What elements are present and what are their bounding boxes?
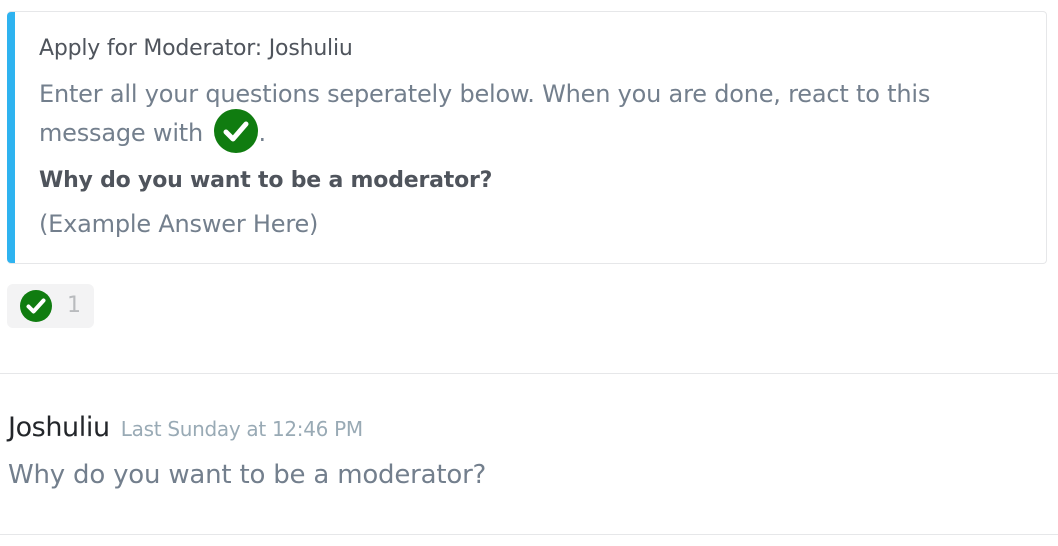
check-mark-icon (20, 290, 52, 322)
embed-description-text: Enter all your questions seperately belo… (39, 80, 931, 147)
check-mark-icon (214, 109, 259, 153)
username[interactable]: Joshuliu (8, 412, 110, 443)
embed-field-value: (Example Answer Here) (39, 210, 319, 238)
embed-content: Apply for Moderator: Joshuliu Enter all … (39, 36, 1029, 239)
embed-title: Apply for Moderator: Joshuliu (39, 36, 353, 61)
reaction-count: 1 (67, 293, 81, 318)
embed-accent-bar (7, 12, 15, 263)
message-content: Why do you want to be a moderator? (8, 460, 487, 490)
message-timestamp: Last Sunday at 12:46 PM (120, 417, 363, 441)
message-divider (0, 534, 1058, 535)
embed-description: Enter all your questions seperately belo… (39, 75, 1029, 153)
reaction-button[interactable]: 1 (7, 284, 94, 328)
embed-card: Apply for Moderator: Joshuliu Enter all … (7, 11, 1047, 264)
message-header: Joshuliu Last Sunday at 12:46 PM (8, 412, 363, 443)
message-divider (0, 373, 1058, 374)
embed-description-suffix: . (258, 119, 266, 147)
embed-field-name: Why do you want to be a moderator? (39, 168, 493, 193)
